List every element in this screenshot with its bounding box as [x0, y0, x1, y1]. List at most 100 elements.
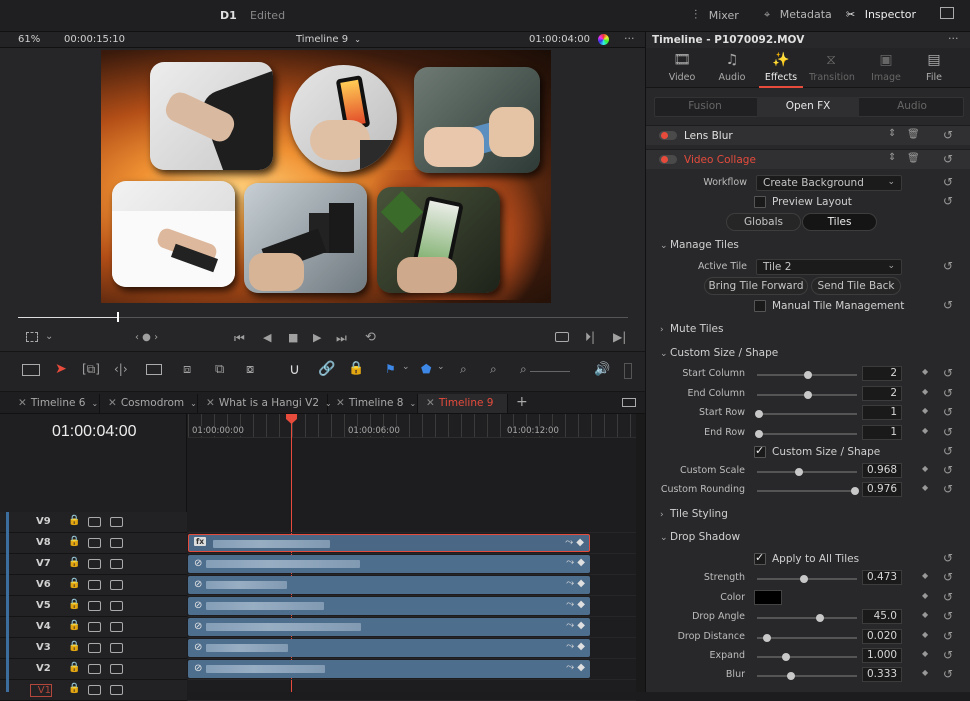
track-header[interactable]: V3 🔒 — [0, 638, 187, 659]
effect-toggle[interactable] — [659, 155, 677, 164]
reset-icon[interactable]: ↺ — [943, 152, 953, 166]
track-enable-icon[interactable] — [110, 517, 123, 527]
auto-select-icon[interactable] — [88, 685, 101, 695]
reset-icon[interactable]: ↺ — [943, 463, 953, 477]
timeline-selector[interactable]: Timeline 9 ⌄ — [296, 34, 361, 45]
drop-angle-value[interactable]: 45.0 — [862, 609, 902, 624]
reset-icon[interactable]: ↺ — [943, 259, 953, 273]
tile-styling-section[interactable]: › Tile Styling — [660, 508, 728, 520]
snapping-icon[interactable]: ∪ — [289, 360, 300, 378]
reset-icon[interactable]: ↺ — [943, 405, 953, 419]
curve-keyframe-icon[interactable]: ⤳ ◆ — [566, 578, 585, 589]
trash-icon[interactable]: 🗑 — [907, 153, 920, 164]
subtab-audio[interactable]: Audio — [861, 97, 963, 117]
selection-tool-icon[interactable]: ➤ — [55, 361, 67, 377]
zoom-level[interactable]: 61% — [18, 34, 40, 45]
match-frame-icon[interactable] — [555, 332, 569, 342]
slider-knob[interactable] — [804, 371, 812, 379]
keyframe-icon[interactable]: ◆ — [922, 649, 928, 658]
strength-value[interactable]: 0.473 — [862, 570, 902, 585]
curve-keyframe-icon[interactable]: ⤳ ◆ — [566, 620, 585, 631]
insert-clip-icon[interactable]: ⧈ — [183, 362, 191, 377]
skip-to-end-icon[interactable]: ⏭ — [336, 331, 347, 346]
end-column-value[interactable]: 2 — [862, 386, 902, 401]
effect-toggle[interactable] — [659, 131, 677, 140]
jog-control-icon[interactable]: ‹ ● › — [135, 332, 158, 343]
slider-knob[interactable] — [851, 487, 859, 495]
custom-rounding-value[interactable]: 0.976 — [862, 482, 902, 497]
active-tile-dropdown[interactable]: Tile 2 ⌄ — [756, 259, 902, 275]
keyframe-icon[interactable]: ◆ — [922, 571, 928, 580]
keyframe-icon[interactable]: ◆ — [922, 367, 928, 376]
timeline-ruler[interactable]: 01:00:00:00 01:00:06:00 01:00:12:00 — [188, 414, 636, 438]
tab-video[interactable]: 🎞 Video — [660, 52, 704, 83]
zoom-detail-icon[interactable]: ⌕ — [490, 362, 497, 377]
track-header[interactable]: V5 🔒 — [0, 596, 187, 617]
close-icon[interactable]: ✕ — [336, 397, 345, 409]
keyframe-icon[interactable]: ◆ — [922, 630, 928, 639]
strength-slider[interactable] — [757, 575, 857, 583]
blade-tool-icon[interactable] — [146, 364, 162, 375]
timeline-tab-5-active[interactable]: ✕ Timeline 9 — [418, 394, 508, 413]
more-options-icon[interactable]: ··· — [624, 32, 635, 45]
workspace-icon[interactable] — [940, 7, 954, 19]
timeline-clip[interactable]: ⊘ ⤳ ◆ — [188, 555, 590, 573]
flag-icon[interactable]: ⚑ — [385, 362, 396, 376]
reset-icon[interactable]: ↺ — [943, 667, 953, 681]
auto-select-icon[interactable] — [88, 664, 101, 674]
lock-icon[interactable]: 🔒 — [68, 662, 80, 673]
next-edit-icon[interactable]: ⏵| — [585, 330, 595, 345]
drop-distance-value[interactable]: 0.020 — [862, 629, 902, 644]
custom-scale-slider[interactable] — [757, 468, 857, 476]
curve-keyframe-icon[interactable]: ⤳ ◆ — [565, 537, 584, 548]
scrub-playhead[interactable] — [117, 312, 120, 322]
reset-icon[interactable]: ↺ — [943, 609, 953, 623]
send-tile-back-button[interactable]: Send Tile Back — [811, 277, 901, 295]
track-header[interactable]: V7 🔒 — [0, 554, 187, 575]
mute-tiles-section[interactable]: › Mute Tiles — [660, 323, 723, 335]
effect-lens-blur[interactable]: Lens Blur ⇕ 🗑 ↺ — [646, 125, 970, 145]
start-row-slider[interactable] — [755, 410, 857, 418]
slider-knob[interactable] — [755, 430, 763, 438]
skip-to-start-icon[interactable]: ⏮ — [234, 331, 245, 346]
close-icon[interactable]: ✕ — [18, 397, 27, 409]
last-frame-icon[interactable]: ▶| — [613, 330, 626, 344]
preview-layout-checkbox[interactable] — [754, 196, 766, 208]
end-column-slider[interactable] — [757, 391, 857, 399]
shadow-color-swatch[interactable] — [754, 590, 782, 605]
lock-icon[interactable]: 🔒 — [68, 515, 80, 526]
metadata-button[interactable]: ⌖ Metadata — [764, 8, 832, 22]
slider-knob[interactable] — [755, 410, 763, 418]
lock-icon[interactable]: 🔒 — [68, 683, 80, 694]
close-icon[interactable]: ✕ — [426, 397, 435, 409]
auto-select-icon[interactable] — [88, 643, 101, 653]
track-header[interactable]: V6 🔒 — [0, 575, 187, 596]
start-column-slider[interactable] — [757, 371, 857, 379]
more-options-icon[interactable]: ··· — [948, 32, 959, 45]
viewer-mode-icon[interactable] — [26, 332, 38, 342]
inspector-button[interactable]: ✂ Inspector — [846, 8, 916, 21]
stop-icon[interactable]: ■ — [288, 331, 298, 344]
effect-video-collage[interactable]: Video Collage ⇕ 🗑 ↺ — [646, 149, 970, 169]
timeline-view-icon[interactable] — [22, 364, 40, 376]
play-icon[interactable]: ▶ — [313, 331, 321, 344]
drop-angle-slider[interactable] — [757, 614, 857, 622]
timeline-tab-2[interactable]: ✕ Cosmodrom ⌄ — [100, 394, 198, 413]
timeline-tab-4[interactable]: ✕ Timeline 8 ⌄ — [328, 394, 418, 413]
auto-select-icon[interactable] — [88, 601, 101, 611]
auto-select-icon[interactable] — [88, 538, 101, 548]
custom-scale-value[interactable]: 0.968 — [862, 463, 902, 478]
reset-icon[interactable]: ↺ — [943, 366, 953, 380]
manage-tiles-section[interactable]: ⌄ Manage Tiles — [660, 239, 739, 251]
keyframe-icon[interactable]: ◆ — [922, 464, 928, 473]
slider-knob[interactable] — [800, 575, 808, 583]
marker-icon[interactable]: ⬟ — [421, 362, 431, 376]
subtab-open-fx[interactable]: Open FX — [757, 97, 859, 117]
curve-keyframe-icon[interactable]: ⤳ ◆ — [566, 641, 585, 652]
chevron-down-icon[interactable]: ⌄ — [402, 362, 410, 372]
link-icon[interactable]: 🔗 — [318, 361, 335, 377]
add-tab-button[interactable]: + — [516, 394, 528, 410]
timeline-scroll-right[interactable] — [636, 414, 645, 692]
apply-all-checkbox[interactable] — [754, 551, 766, 565]
reset-icon[interactable]: ↺ — [943, 194, 953, 208]
